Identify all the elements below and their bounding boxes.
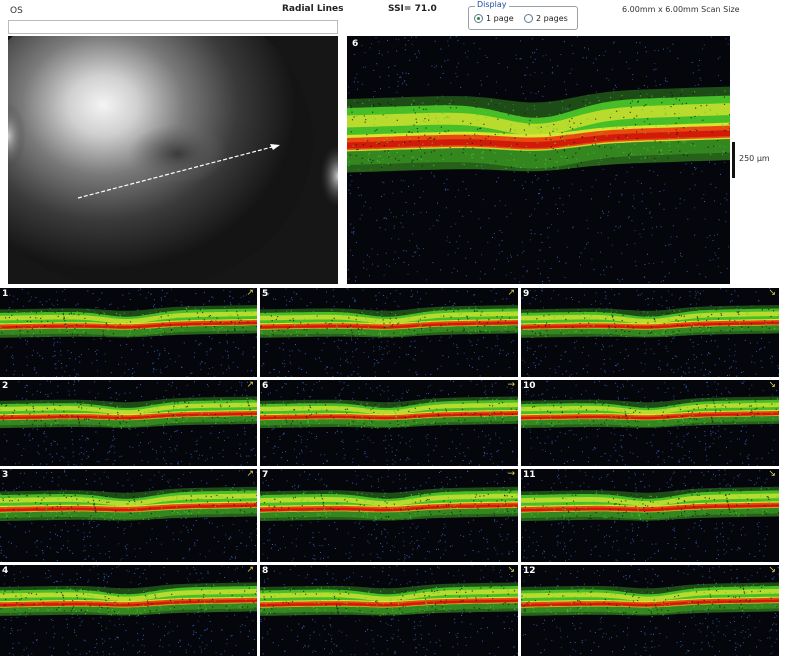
scan-direction-icon: → [507,380,515,390]
scan-direction-icon: ↘ [768,380,776,390]
thumbnail-number: 3 [2,470,9,480]
scan-direction-icon: ↗ [246,288,254,298]
main-bscan-graphic [347,36,730,284]
display-2-pages-radio[interactable]: 2 pages [524,14,568,23]
radial-scan-grid: 1 ↗ 2 ↗ 3 ↗ 4 ↗ 5 ↗ 6 → 7 → 8 ↘ 9 ↘ 10 ↘ 11 ↘ 12 ↘ [0,288,780,656]
bscan-thumbnail-7[interactable]: 7 → [260,469,518,562]
scan-direction-icon: → [507,469,515,479]
radio-checked-icon [474,14,483,23]
scan-direction-icon: ↗ [246,565,254,575]
thumbnail-bscan-graphic [260,469,518,562]
thumbnail-bscan-graphic [521,469,779,562]
eye-label: OS [10,6,23,16]
thumbnail-number: 2 [2,381,9,391]
thumbnail-number: 5 [262,289,269,299]
signal-strength-index: SSI= 71.0 [388,4,437,14]
thumbnail-bscan-graphic [0,380,257,466]
scan-direction-icon: ↘ [768,565,776,575]
radio-unchecked-icon [524,14,533,23]
thumbnail-number: 12 [523,566,536,576]
scan-direction-icon: ↗ [246,380,254,390]
fundus-image[interactable] [8,36,338,284]
display-option-2-label: 2 pages [536,14,568,23]
scale-bar [732,142,735,178]
scale-bar-label: 250 µm [739,154,770,163]
main-scan-number: 6 [352,39,359,49]
fundus-graphic [8,36,338,284]
thumbnail-number: 6 [262,381,269,391]
scan-direction-icon: ↗ [246,469,254,479]
thumbnail-bscan-graphic [260,288,518,377]
scan-direction-icon: ↗ [507,288,515,298]
fundus-caption-strip [8,20,338,34]
display-1-page-radio[interactable]: 1 page [474,14,514,23]
thumbnail-number: 9 [523,289,530,299]
bscan-thumbnail-3[interactable]: 3 ↗ [0,469,257,562]
bscan-thumbnail-4[interactable]: 4 ↗ [0,565,257,656]
thumbnail-bscan-graphic [521,565,779,656]
thumbnail-bscan-graphic [521,288,779,377]
scan-direction-icon: ↘ [507,565,515,575]
thumbnail-bscan-graphic [0,288,257,377]
bscan-thumbnail-6[interactable]: 6 → [260,380,518,466]
thumbnail-bscan-graphic [260,565,518,656]
bscan-thumbnail-5[interactable]: 5 ↗ [260,288,518,377]
bscan-thumbnail-9[interactable]: 9 ↘ [521,288,779,377]
display-legend: Display [475,0,509,9]
thumbnail-number: 4 [2,566,9,576]
thumbnail-bscan-graphic [0,469,257,562]
scan-size-label: 6.00mm x 6.00mm Scan Size [622,5,740,14]
main-bscan[interactable]: 6 [347,36,730,284]
bscan-thumbnail-10[interactable]: 10 ↘ [521,380,779,466]
thumbnail-number: 7 [262,470,269,480]
display-option-1-label: 1 page [486,14,514,23]
scan-direction-icon: ↘ [768,469,776,479]
thumbnail-number: 11 [523,470,536,480]
thumbnail-bscan-graphic [521,380,779,466]
bscan-thumbnail-12[interactable]: 12 ↘ [521,565,779,656]
bscan-thumbnail-8[interactable]: 8 ↘ [260,565,518,656]
thumbnail-number: 10 [523,381,536,391]
display-option-group: Display 1 page 2 pages [468,0,578,30]
thumbnail-number: 1 [2,289,9,299]
bscan-thumbnail-11[interactable]: 11 ↘ [521,469,779,562]
scan-direction-icon: ↘ [768,288,776,298]
thumbnail-bscan-graphic [0,565,257,656]
bscan-thumbnail-1[interactable]: 1 ↗ [0,288,257,377]
thumbnail-number: 8 [262,566,269,576]
scan-pattern-title: Radial Lines [282,4,344,14]
bscan-thumbnail-2[interactable]: 2 ↗ [0,380,257,466]
thumbnail-bscan-graphic [260,380,518,466]
